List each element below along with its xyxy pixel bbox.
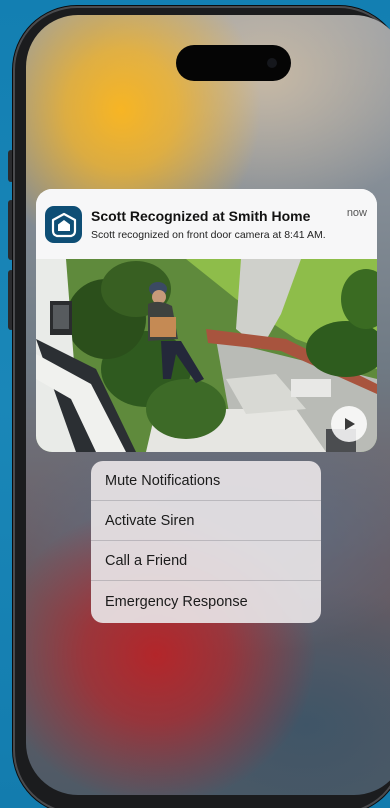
activate-siren-action[interactable]: Activate Siren (91, 501, 321, 541)
notification-actions-menu: Mute Notifications Activate Siren Call a… (91, 461, 321, 623)
notification-body: Scott recognized on front door camera at… (91, 229, 326, 241)
emergency-response-action[interactable]: Emergency Response (91, 581, 321, 623)
mute-notifications-action[interactable]: Mute Notifications (91, 461, 321, 501)
camera-preview[interactable] (36, 259, 377, 452)
notification-header[interactable]: Scott Recognized at Smith Home now Scott… (36, 189, 377, 259)
play-icon (345, 418, 355, 430)
notification-card[interactable]: Scott Recognized at Smith Home now Scott… (36, 189, 377, 452)
play-button[interactable] (331, 406, 367, 442)
home-shield-icon (45, 206, 82, 243)
background: Scott Recognized at Smith Home now Scott… (0, 0, 390, 808)
front-camera (267, 58, 277, 68)
dynamic-island (176, 45, 291, 81)
notification-time: now (346, 207, 367, 219)
notification-title: Scott Recognized at Smith Home (91, 208, 311, 224)
call-a-friend-action[interactable]: Call a Friend (91, 541, 321, 581)
